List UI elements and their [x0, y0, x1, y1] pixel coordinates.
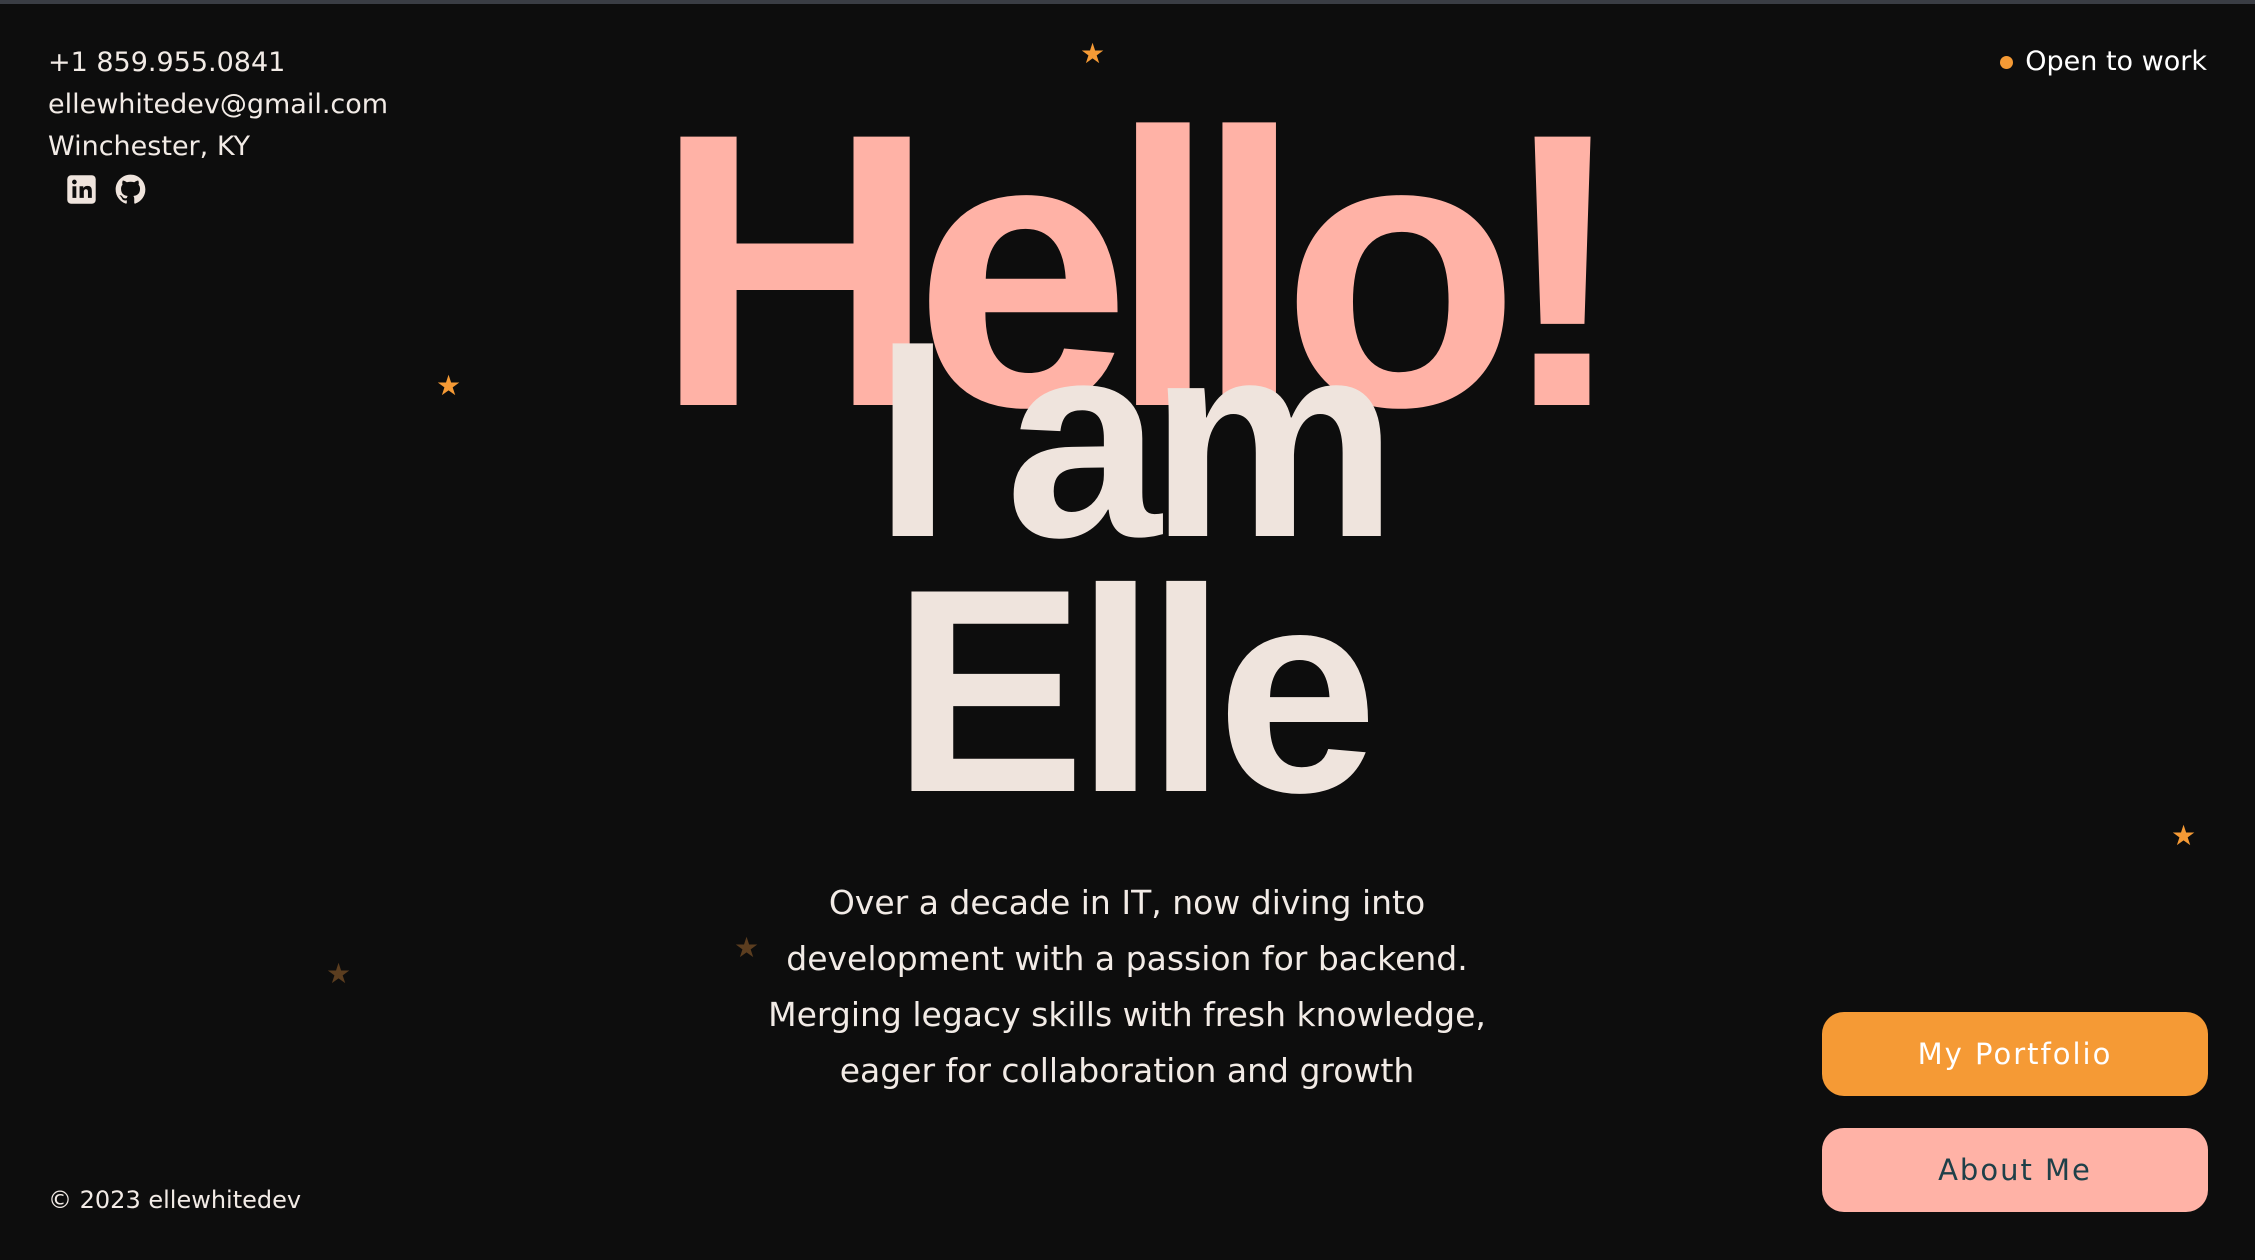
contact-phone[interactable]: +1 859.955.0841	[48, 42, 388, 84]
social-links	[66, 174, 146, 205]
status-dot-icon	[2000, 55, 2014, 69]
copyright: © 2023 ellewhitedev	[48, 1186, 302, 1214]
github-icon	[115, 174, 146, 204]
tagline: Over a decade in IT, now diving into dev…	[762, 875, 1492, 1099]
star-icon: ★	[734, 931, 760, 964]
tagline-line: eager for collaboration and growth	[839, 1051, 1415, 1090]
linkedin-link[interactable]	[66, 174, 97, 205]
about-me-button[interactable]: About Me	[1822, 1128, 2208, 1212]
contact-info: +1 859.955.0841 ellewhitedev@gmail.com W…	[48, 42, 388, 168]
open-to-work-status: Open to work	[2000, 44, 2207, 80]
contact-email[interactable]: ellewhitedev@gmail.com	[48, 84, 388, 126]
portfolio-button[interactable]: My Portfolio	[1822, 1012, 2208, 1096]
top-border	[0, 0, 2255, 4]
tagline-line: development with a passion for backend.	[786, 939, 1468, 978]
status-label: Open to work	[2025, 46, 2207, 77]
star-icon: ★	[326, 957, 352, 990]
linkedin-icon	[67, 175, 96, 204]
star-icon: ★	[436, 369, 462, 402]
tagline-line: Merging legacy skills with fresh knowled…	[768, 995, 1486, 1034]
contact-location: Winchester, KY	[48, 131, 251, 162]
star-icon: ★	[2171, 819, 2197, 852]
github-link[interactable]	[115, 174, 146, 205]
tagline-line: Over a decade in IT, now diving into	[828, 883, 1426, 922]
hero-name: Elle	[892, 529, 1378, 853]
